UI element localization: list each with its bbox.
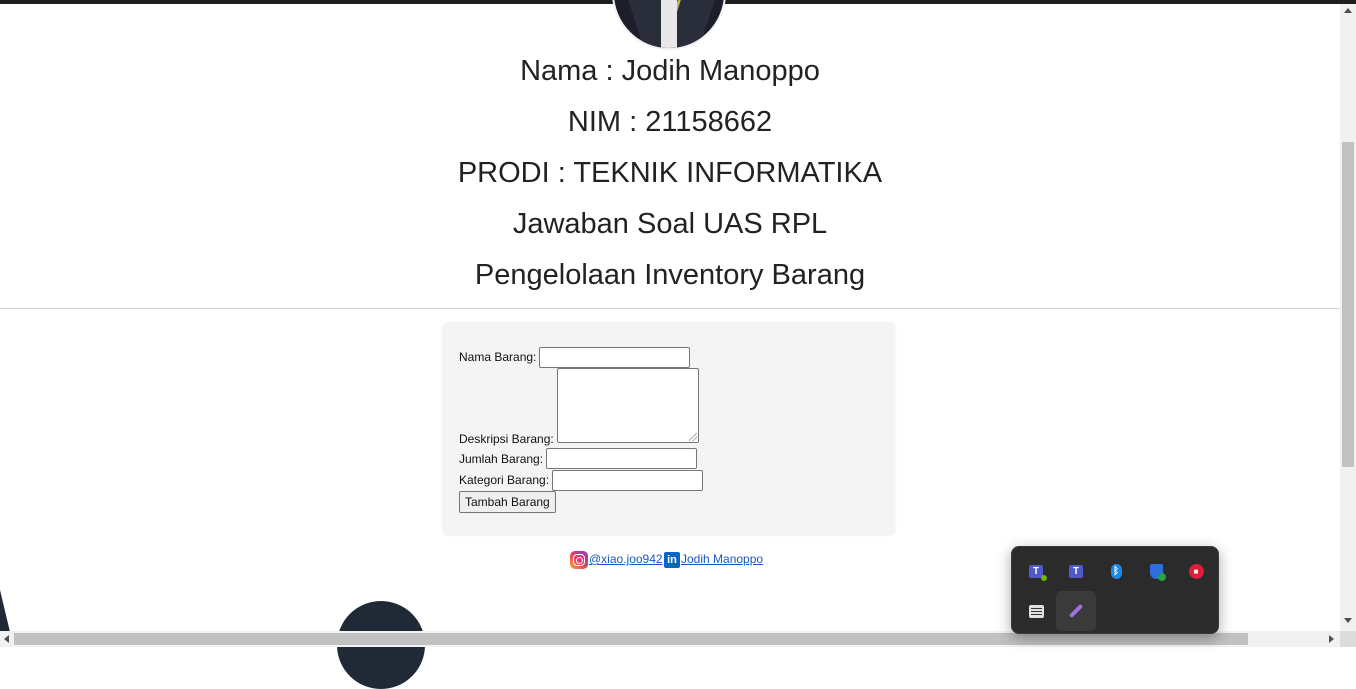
divider bbox=[0, 308, 1340, 309]
instagram-link[interactable]: @xiao.joo942 bbox=[589, 552, 663, 566]
bluetooth-icon[interactable]: ᛒ bbox=[1096, 551, 1136, 591]
scrollbar-corner bbox=[1340, 631, 1356, 647]
instagram-icon[interactable] bbox=[570, 551, 588, 569]
vertical-scrollbar[interactable] bbox=[1340, 4, 1356, 631]
resize-handle-icon[interactable] bbox=[689, 433, 697, 441]
kategori-barang-label: Kategori Barang: bbox=[459, 473, 550, 487]
feather-app-icon[interactable] bbox=[1056, 591, 1096, 631]
scroll-right-icon[interactable] bbox=[1329, 635, 1334, 643]
background-shape bbox=[0, 590, 10, 632]
student-nim: NIM : 21158662 bbox=[567, 106, 773, 138]
scroll-left-icon[interactable] bbox=[4, 635, 9, 643]
vertical-scroll-thumb[interactable] bbox=[1342, 142, 1354, 467]
panel-settings-icon[interactable] bbox=[1016, 591, 1056, 631]
security-shield-icon[interactable] bbox=[1136, 551, 1176, 591]
tambah-barang-button[interactable]: Tambah Barang bbox=[459, 491, 556, 513]
teams-icon[interactable]: T bbox=[1016, 551, 1056, 591]
nama-barang-label: Nama Barang: bbox=[459, 350, 537, 364]
nama-barang-input[interactable] bbox=[539, 347, 690, 368]
scroll-down-icon[interactable] bbox=[1344, 618, 1352, 623]
red-app-icon[interactable]: ■ bbox=[1176, 551, 1216, 591]
page-title: Jawaban Soal UAS RPL bbox=[512, 208, 828, 240]
student-prodi: PRODI : TEKNIK INFORMATIKA bbox=[457, 157, 883, 189]
jumlah-barang-label: Jumlah Barang: bbox=[459, 452, 544, 466]
page-subtitle: Pengelolaan Inventory Barang bbox=[474, 259, 866, 291]
horizontal-scroll-thumb[interactable] bbox=[14, 633, 1248, 645]
scroll-up-icon[interactable] bbox=[1344, 8, 1352, 13]
linkedin-link[interactable]: Jodih Manoppo bbox=[681, 552, 763, 566]
profile-photo bbox=[614, 0, 724, 48]
deskripsi-barang-textarea[interactable] bbox=[557, 368, 699, 443]
jumlah-barang-input[interactable] bbox=[546, 448, 697, 469]
system-tray-overflow: T T ᛒ ■ bbox=[1011, 546, 1219, 634]
linkedin-icon[interactable]: in bbox=[664, 552, 680, 568]
kategori-barang-input[interactable] bbox=[552, 470, 703, 491]
teams-icon[interactable]: T bbox=[1056, 551, 1096, 591]
student-name: Nama : Jodih Manoppo bbox=[520, 55, 820, 87]
deskripsi-barang-label: Deskripsi Barang: bbox=[459, 432, 554, 446]
